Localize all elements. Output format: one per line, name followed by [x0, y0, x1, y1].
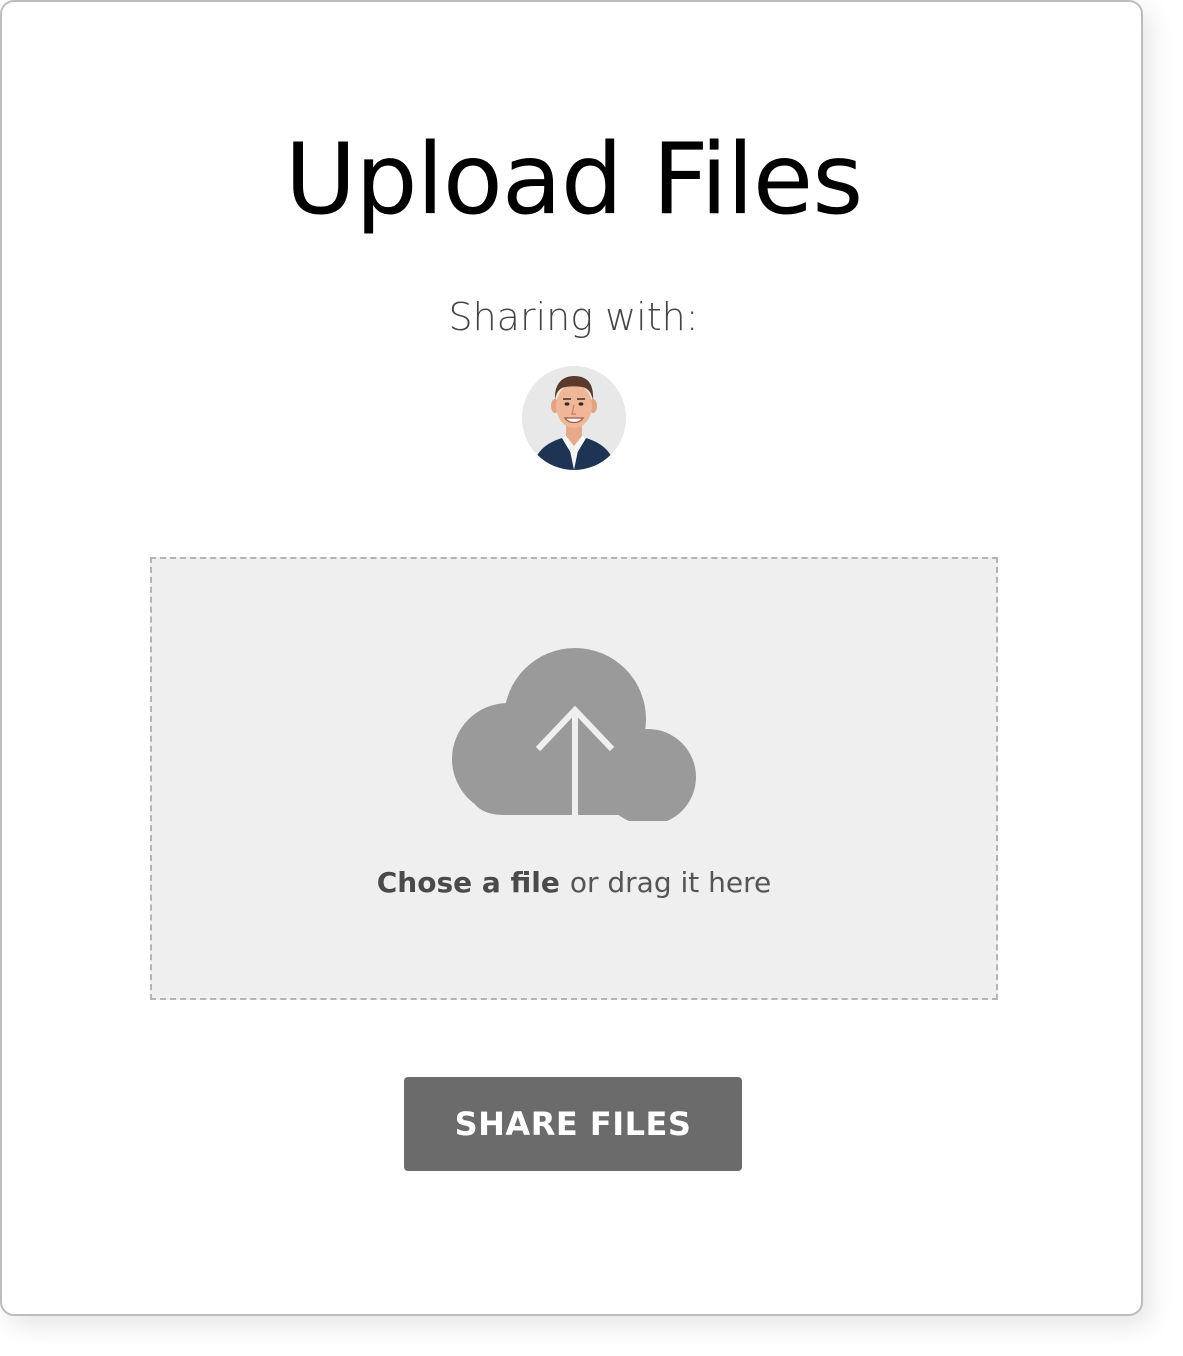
choose-file-link[interactable]: Chose a file: [377, 866, 560, 899]
drag-hint-text: or drag it here: [569, 866, 772, 899]
sharing-with-label: Sharing with:: [448, 295, 699, 339]
file-dropzone[interactable]: Chose a file or drag it here: [150, 557, 998, 1000]
dropzone-instructions: Chose a file or drag it here: [152, 863, 996, 903]
share-files-button[interactable]: SHARE FILES: [404, 1077, 742, 1171]
upload-card: Upload Files Sharing with: Chose a file …: [0, 0, 1143, 1316]
cloud-upload-icon: [452, 648, 696, 821]
person-avatar-icon: [522, 366, 626, 470]
page-title: Upload Files: [284, 123, 864, 237]
recipient-avatar[interactable]: [522, 366, 626, 470]
